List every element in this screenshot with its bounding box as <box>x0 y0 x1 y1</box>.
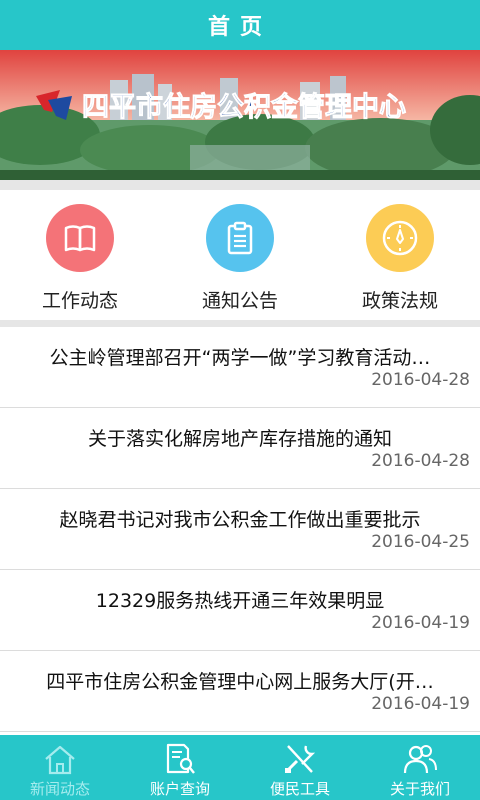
tab-news[interactable]: 新闻动态 <box>0 735 120 800</box>
news-item[interactable]: 关于落实化解房地产库存措施的通知 2016-04-28 <box>0 408 480 489</box>
banner-image[interactable]: 四平市住房公积金管理中心 <box>0 50 480 180</box>
banner-picture: 四平市住房公积金管理中心 <box>0 50 480 180</box>
news-date: 2016-04-19 <box>371 694 470 714</box>
bottom-tab-bar: 新闻动态 账户查询 便民工具 关于我们 <box>0 735 480 800</box>
tab-label: 新闻动态 <box>29 780 90 798</box>
tab-about-us[interactable]: 关于我们 <box>360 735 480 800</box>
category-menu: 工作动态 通知公告 政策法规 <box>0 190 480 320</box>
category-label: 工作动态 <box>41 290 118 312</box>
tab-account-query[interactable]: 账户查询 <box>120 735 240 800</box>
news-date: 2016-04-25 <box>371 532 470 552</box>
news-list: 公主岭管理部召开“两学一做”学习教育活动… 2016-04-28 关于落实化解房… <box>0 327 480 735</box>
category-work-news[interactable]: 工作动态 <box>0 190 160 320</box>
clipboard-icon <box>206 204 274 272</box>
banner-title: 四平市住房公积金管理中心 <box>82 91 406 123</box>
news-date: 2016-04-28 <box>371 370 470 390</box>
news-item[interactable]: 四平市住房公积金管理中心网上服务大厅(开… 2016-04-19 <box>0 651 480 732</box>
news-item[interactable]: 12329服务热线开通三年效果明显 2016-04-19 <box>0 570 480 651</box>
tab-label: 关于我们 <box>389 780 450 798</box>
news-title: 关于落实化解房地产库存措施的通知 <box>87 428 392 450</box>
news-title: 公主岭管理部召开“两学一做”学习教育活动… <box>49 347 431 369</box>
tools-icon <box>282 741 318 777</box>
category-label: 政策法规 <box>361 290 438 312</box>
category-policies[interactable]: 政策法规 <box>320 190 480 320</box>
tab-tools[interactable]: 便民工具 <box>240 735 360 800</box>
tab-label: 账户查询 <box>149 780 210 798</box>
news-title: 四平市住房公积金管理中心网上服务大厅(开… <box>46 671 434 693</box>
section-divider <box>0 180 480 190</box>
compass-icon <box>366 204 434 272</box>
top-bar: 首页 <box>0 0 480 50</box>
news-title: 赵晓君书记对我市公积金工作做出重要批示 <box>59 509 421 531</box>
news-title: 12329服务热线开通三年效果明显 <box>95 590 385 612</box>
search-document-icon <box>162 741 198 777</box>
news-item[interactable]: 公主岭管理部召开“两学一做”学习教育活动… 2016-04-28 <box>0 327 480 408</box>
tab-label: 便民工具 <box>269 780 330 798</box>
category-notices[interactable]: 通知公告 <box>160 190 320 320</box>
news-date: 2016-04-28 <box>371 451 470 471</box>
book-icon <box>46 204 114 272</box>
page-title: 首页 <box>207 15 272 40</box>
news-date: 2016-04-19 <box>371 613 470 633</box>
category-label: 通知公告 <box>201 290 278 312</box>
section-divider <box>0 320 480 327</box>
people-icon <box>402 741 438 777</box>
news-item[interactable]: 赵晓君书记对我市公积金工作做出重要批示 2016-04-25 <box>0 489 480 570</box>
house-icon <box>42 741 78 777</box>
